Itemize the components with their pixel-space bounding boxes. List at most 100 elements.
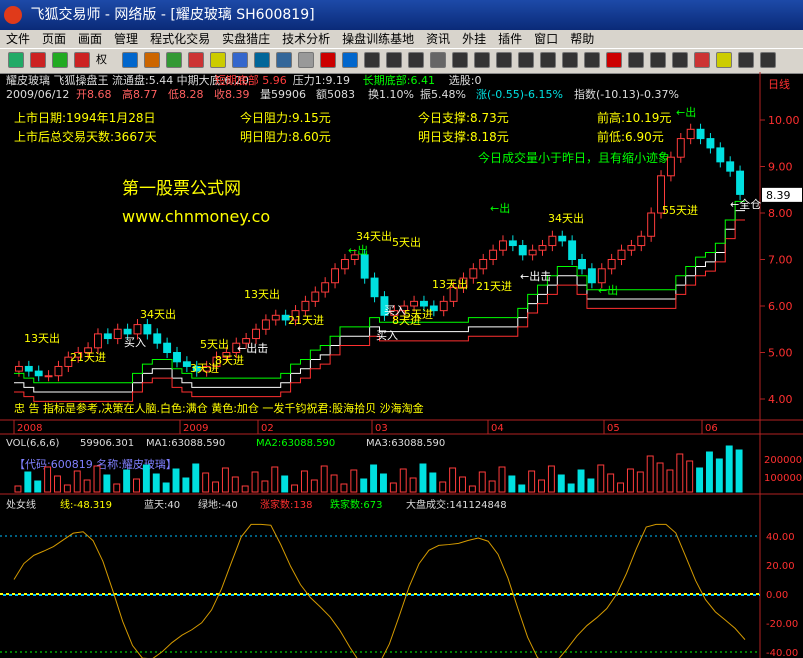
grid-tool-icon[interactable] <box>672 52 688 68</box>
stripe-icon[interactable] <box>496 52 512 68</box>
info-volume-note: 今日成交量小于昨日，且有缩小迹象 <box>478 150 670 165</box>
calc-icon[interactable] <box>122 52 138 68</box>
menu-item-5[interactable]: 实盘猎庄 <box>216 30 276 48</box>
vol-bar-13 <box>142 464 150 493</box>
kline-icon[interactable] <box>144 52 160 68</box>
chart-area[interactable]: 耀皮玻璃 飞狐操盘王 流通盘:5.44 中期大底:6.20短期底部 5.96 压力… <box>0 72 803 658</box>
bars-icon[interactable] <box>474 52 490 68</box>
info-trade-days: 上市后总交易天数:3667天 <box>14 129 157 144</box>
vol-bar-31 <box>320 465 328 493</box>
candle-body-26 <box>271 314 280 321</box>
grid-icon[interactable] <box>232 52 248 68</box>
tool-icon[interactable] <box>364 52 380 68</box>
vol-bar-2 <box>34 480 42 493</box>
quan-button[interactable]: 权 <box>96 52 112 68</box>
vol-bar-25 <box>261 480 269 493</box>
candle-body-49 <box>499 240 507 251</box>
vol-bar-1 <box>24 471 32 493</box>
ind-axis-label-1: 20.00 <box>766 561 795 572</box>
cursor-icon[interactable] <box>386 52 402 68</box>
menu-item-11[interactable]: 窗口 <box>528 30 564 48</box>
menu-item-10[interactable]: 插件 <box>492 30 528 48</box>
menu-item-4[interactable]: 程式化交易 <box>144 30 216 48</box>
price-label-3: 7.00 <box>768 254 793 267</box>
box-tool-icon[interactable] <box>738 52 754 68</box>
tag-icon[interactable] <box>694 52 710 68</box>
flag-icon[interactable] <box>188 52 204 68</box>
vol-bar-54 <box>547 465 555 493</box>
header-long-bottom: 长期底部:6.41 <box>363 73 435 87</box>
list-icon[interactable] <box>298 52 314 68</box>
annotation-d21_2: 21天进 <box>288 314 324 327</box>
menu-item-6[interactable]: 技术分析 <box>276 30 336 48</box>
vol-bar-62 <box>626 468 634 493</box>
vol-bar-72 <box>725 445 733 493</box>
vol-bar-50 <box>508 475 516 493</box>
move-icon[interactable] <box>52 52 68 68</box>
menu-item-12[interactable]: 帮助 <box>564 30 600 48</box>
vol-bar-57 <box>577 469 585 493</box>
title-bar: 飞狐交易师 - 网络版 - [耀皮玻璃 SH600819] <box>0 0 803 30</box>
candle-body-67 <box>676 138 685 158</box>
shape-icon[interactable] <box>584 52 600 68</box>
annotation-d8: 8天进 <box>215 354 244 367</box>
fan-icon[interactable] <box>562 52 578 68</box>
line-draw-icon[interactable] <box>408 52 424 68</box>
arrow-tool-icon[interactable] <box>628 52 644 68</box>
candle-body-43 <box>439 300 448 312</box>
candle-body-63 <box>637 235 646 247</box>
menu-item-7[interactable]: 操盘训练基地 <box>336 30 420 48</box>
menu-item-8[interactable]: 资讯 <box>420 30 456 48</box>
candle-body-9 <box>103 333 112 340</box>
menu-bar: 文件 页面 画面 管理 程式化交易 实盘猎庄 技术分析 操盘训练基地 资讯 外挂 插件 窗口 帮助 <box>0 30 803 48</box>
candle-body-72 <box>726 161 735 172</box>
annotation-out_3: ←出击 <box>520 269 551 283</box>
ruler-icon[interactable] <box>650 52 666 68</box>
color-icon[interactable] <box>606 52 622 68</box>
info-list-date: 上市日期:1994年1月28日 <box>14 110 156 125</box>
arrow-icon[interactable] <box>74 52 90 68</box>
menu-item-3[interactable]: 管理 <box>108 30 144 48</box>
window-icon[interactable] <box>276 52 292 68</box>
candle-body-3 <box>44 375 53 378</box>
box-icon[interactable] <box>254 52 270 68</box>
menu-item-2[interactable]: 画面 <box>72 30 108 48</box>
vol-bar-29 <box>300 470 308 493</box>
candle-body-15 <box>163 342 172 354</box>
menu-item-1[interactable]: 页面 <box>36 30 72 48</box>
plus-icon[interactable] <box>166 52 182 68</box>
vol-bar-73 <box>735 449 743 493</box>
header-line2d: 低8.28 <box>168 88 204 101</box>
vol-bar-19 <box>202 472 210 493</box>
rsi-icon[interactable] <box>30 52 46 68</box>
text-icon[interactable] <box>452 52 468 68</box>
date-label-2: 02 <box>261 423 274 434</box>
header-line2j: 涨(-0.55)-6.15% <box>476 88 563 101</box>
hbars-icon[interactable] <box>518 52 534 68</box>
candle-body-4 <box>54 365 63 377</box>
candle-body-11 <box>123 328 132 335</box>
annotation-all_in: ←全仓 <box>730 197 761 211</box>
vol-bar-47 <box>478 471 486 493</box>
candle-body-36 <box>370 277 379 298</box>
vol-bar-21 <box>221 467 229 493</box>
menu-item-9[interactable]: 外挂 <box>456 30 492 48</box>
annotation-out_5: ←出 <box>490 201 510 215</box>
line-icon[interactable] <box>8 52 24 68</box>
candle-body-60 <box>607 259 616 270</box>
star-icon[interactable] <box>716 52 732 68</box>
vol-bar-34 <box>350 469 358 493</box>
wave-icon[interactable] <box>540 52 556 68</box>
x-icon[interactable] <box>320 52 336 68</box>
price-label-0: 10.00 <box>768 114 800 127</box>
pen-icon[interactable] <box>210 52 226 68</box>
rect-icon[interactable] <box>430 52 446 68</box>
vol-bar-36 <box>370 464 378 493</box>
more-icon[interactable] <box>760 52 776 68</box>
menu-item-0[interactable]: 文件 <box>0 30 36 48</box>
header-pick: 选股:0 <box>449 74 482 87</box>
vol-bar-20 <box>212 481 219 493</box>
vol-bar-69 <box>696 467 704 493</box>
screen-icon[interactable] <box>342 52 358 68</box>
candle-body-68 <box>686 128 695 140</box>
